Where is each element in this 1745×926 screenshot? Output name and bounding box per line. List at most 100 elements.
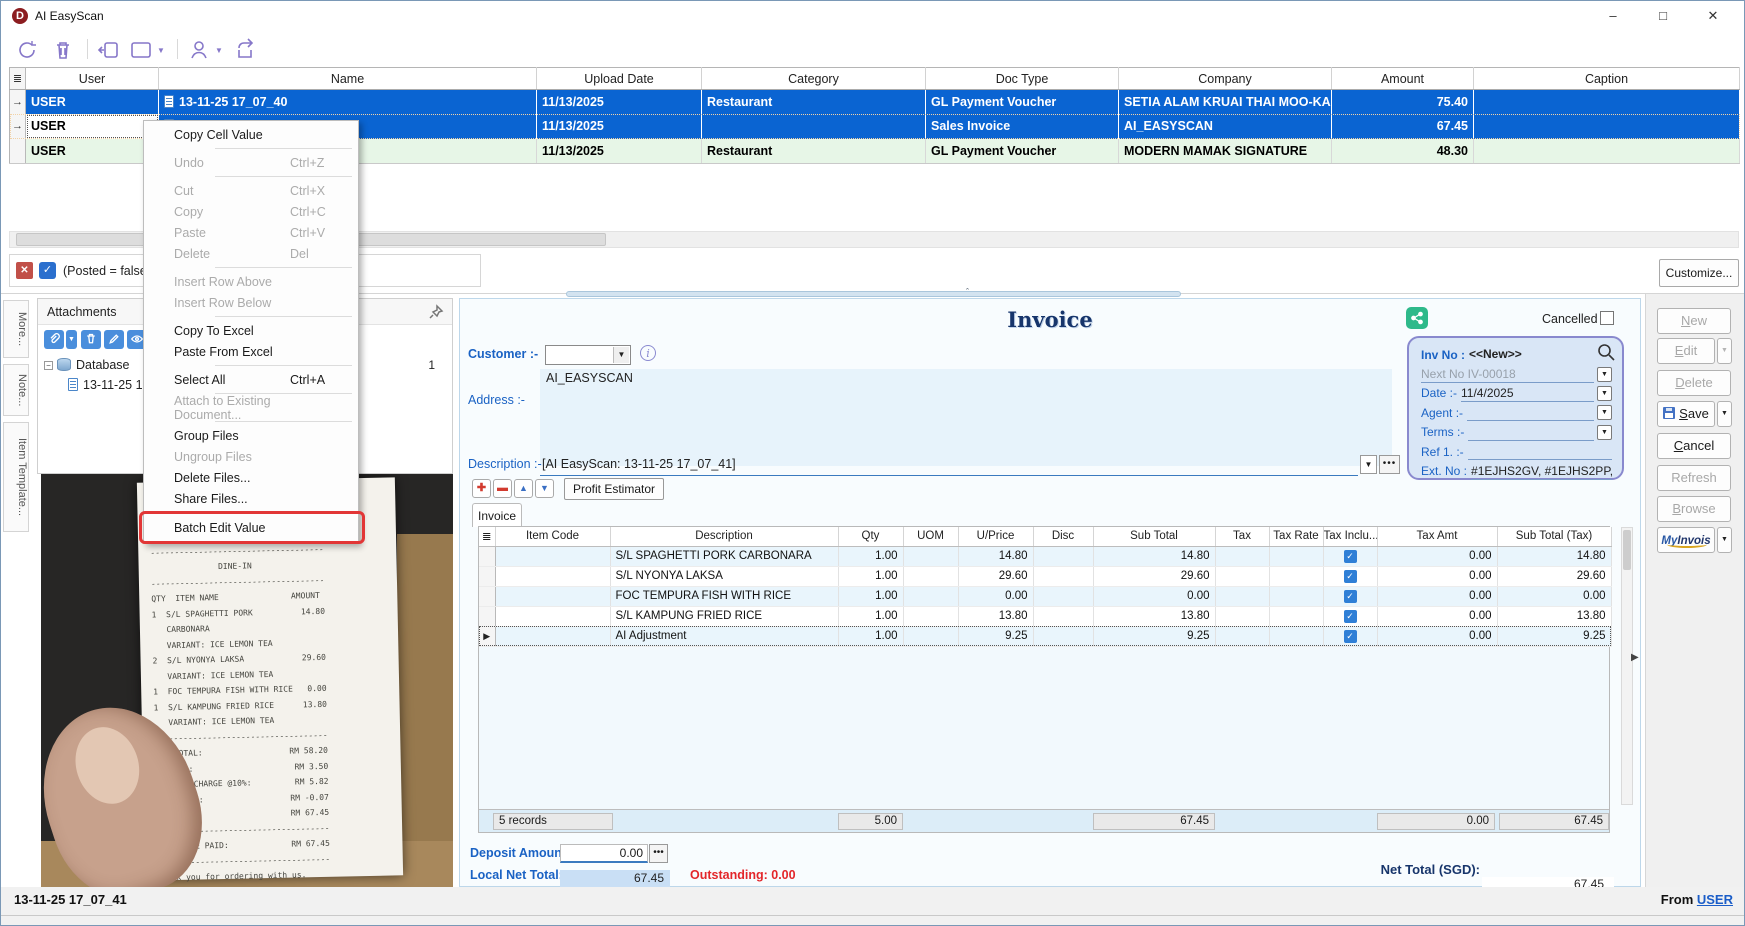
menu-item[interactable]: Copy To Excel bbox=[144, 320, 358, 341]
remove-filter-icon[interactable]: ✕ bbox=[16, 262, 33, 279]
share-icon[interactable] bbox=[235, 38, 259, 62]
save-dropdown-icon[interactable]: ▼ bbox=[1717, 401, 1732, 427]
myinvois-button[interactable]: MyInvois bbox=[1657, 527, 1715, 553]
menu-item[interactable]: Share Files... bbox=[144, 488, 358, 509]
cancel-button[interactable]: Cancel bbox=[1657, 433, 1731, 459]
tree-collapse-icon[interactable]: − bbox=[44, 361, 53, 370]
column-header-category[interactable]: Category bbox=[702, 68, 926, 90]
splitter-collapse-icon[interactable]: ˆ bbox=[966, 287, 969, 297]
date-value[interactable]: 11/4/2025 bbox=[1461, 385, 1594, 402]
sidetab-more[interactable]: More... bbox=[3, 300, 29, 358]
column-header-item-code[interactable]: Item Code bbox=[495, 527, 610, 546]
user-icon[interactable] bbox=[187, 38, 211, 62]
refresh-button[interactable]: Refresh bbox=[1657, 465, 1731, 491]
attach-file-icon[interactable] bbox=[44, 330, 64, 349]
column-header-uprice[interactable]: U/Price bbox=[958, 527, 1033, 546]
cancelled-checkbox[interactable] bbox=[1600, 311, 1614, 325]
column-header-sub-total-tax[interactable]: Sub Total (Tax) bbox=[1497, 527, 1611, 546]
profit-estimator-button[interactable]: Profit Estimator bbox=[564, 478, 664, 500]
menu-item[interactable]: Ungroup Files bbox=[144, 446, 358, 467]
menu-item[interactable]: Batch Edit Value bbox=[144, 516, 358, 540]
share-invoice-icon[interactable] bbox=[1406, 307, 1428, 329]
tax-inclusive-checkbox[interactable]: ✓ bbox=[1344, 570, 1357, 583]
close-button[interactable]: ✕ bbox=[1692, 3, 1734, 29]
column-header-tax-inclusive[interactable]: Tax Inclu... bbox=[1323, 527, 1377, 546]
menu-item[interactable]: Insert Row Above bbox=[144, 271, 358, 292]
agent-value[interactable] bbox=[1467, 404, 1594, 421]
menu-item[interactable]: Group Files bbox=[144, 425, 358, 446]
deposit-ellipsis-button[interactable]: ••• bbox=[649, 844, 668, 863]
description-ellipsis-button[interactable]: ••• bbox=[1379, 455, 1400, 474]
chevron-down-icon[interactable]: ▼ bbox=[1597, 405, 1612, 420]
menu-item[interactable]: Select All Ctrl+A bbox=[144, 369, 358, 390]
column-header-doc-type[interactable]: Doc Type bbox=[926, 68, 1119, 90]
layout-dropdown-icon[interactable]: ▼ bbox=[157, 46, 165, 55]
splitter-handle[interactable] bbox=[566, 291, 1181, 297]
delete-attachment-icon[interactable] bbox=[81, 330, 101, 349]
ref1-value[interactable] bbox=[1468, 443, 1612, 460]
customize-button[interactable]: Customize... bbox=[1659, 259, 1739, 287]
menu-item[interactable]: Attach to Existing Document... bbox=[144, 397, 358, 418]
browse-button[interactable]: Browse bbox=[1657, 496, 1731, 522]
column-header-company[interactable]: Company bbox=[1119, 68, 1332, 90]
description-dropdown-icon[interactable]: ▼ bbox=[1360, 455, 1377, 474]
menu-item[interactable] bbox=[144, 313, 358, 320]
chevron-down-icon[interactable]: ▼ bbox=[1597, 367, 1612, 382]
grid-corner-icon[interactable]: ≣ bbox=[10, 68, 26, 90]
filter-enabled-checkbox[interactable]: ✓ bbox=[39, 262, 56, 279]
chevron-down-icon[interactable]: ▼ bbox=[1597, 386, 1612, 401]
minimize-button[interactable]: – bbox=[1592, 3, 1634, 29]
detail-row[interactable]: ▶ S/L SPAGHETTI PORK CARBONARA 1.00 14.8… bbox=[479, 546, 1611, 566]
menu-item[interactable] bbox=[144, 362, 358, 369]
column-header-sub-total[interactable]: Sub Total bbox=[1093, 527, 1215, 546]
user-dropdown-icon[interactable]: ▼ bbox=[215, 46, 223, 55]
description-value[interactable]: [AI EasyScan: 13-11-25 17_07_41] bbox=[542, 457, 1354, 471]
from-user-link[interactable]: USER bbox=[1697, 892, 1733, 907]
move-row-down-button[interactable]: ▼ bbox=[535, 479, 554, 498]
menu-item[interactable] bbox=[144, 264, 358, 271]
chevron-down-icon[interactable]: ▼ bbox=[1597, 425, 1612, 440]
table-row[interactable]: → USER 13-11-25 17_07_40 11/13/2025 Rest… bbox=[10, 90, 1740, 114]
menu-item[interactable] bbox=[144, 145, 358, 152]
menu-item[interactable]: Undo Ctrl+Z bbox=[144, 152, 358, 173]
menu-item[interactable]: Delete Del bbox=[144, 243, 358, 264]
detail-row[interactable]: ▶ S/L NYONYA LAKSA 1.00 29.60 29.60 bbox=[479, 566, 1611, 586]
column-header-tax-rate[interactable]: Tax Rate bbox=[1269, 527, 1323, 546]
tax-inclusive-checkbox[interactable]: ✓ bbox=[1344, 610, 1357, 623]
refresh-icon[interactable] bbox=[15, 38, 39, 62]
add-row-button[interactable]: ✚ bbox=[472, 479, 491, 498]
ext-no-value[interactable]: #1EJHS2GV, #1EJHS2PP, # bbox=[1471, 463, 1612, 480]
expand-panel-icon[interactable]: ▶ bbox=[1631, 652, 1639, 663]
deposit-amount-field[interactable]: 0.00 bbox=[560, 844, 648, 863]
scrollbar-thumb[interactable] bbox=[1623, 530, 1631, 570]
maximize-button[interactable]: □ bbox=[1642, 3, 1684, 29]
pin-icon[interactable] bbox=[428, 304, 444, 320]
chevron-down-icon[interactable]: ▼ bbox=[613, 347, 629, 363]
menu-item[interactable]: Copy Ctrl+C bbox=[144, 201, 358, 222]
edit-dropdown-icon[interactable]: ▼ bbox=[1717, 338, 1732, 364]
customer-combobox[interactable]: ▼ bbox=[545, 345, 631, 365]
column-header-uom[interactable]: UOM bbox=[903, 527, 958, 546]
vertical-scrollbar[interactable] bbox=[1621, 527, 1633, 805]
layout-icon[interactable] bbox=[129, 38, 153, 62]
menu-item[interactable]: Copy Cell Value bbox=[144, 124, 358, 145]
column-header-user[interactable]: User bbox=[26, 68, 159, 90]
menu-item[interactable] bbox=[144, 509, 358, 516]
menu-item[interactable] bbox=[144, 418, 358, 425]
menu-item[interactable]: Delete Files... bbox=[144, 467, 358, 488]
attach-dropdown-icon[interactable]: ▼ bbox=[66, 330, 77, 349]
tax-inclusive-checkbox[interactable]: ✓ bbox=[1344, 550, 1357, 563]
sidetab-item-template[interactable]: Item Template... bbox=[3, 422, 29, 532]
edit-attachment-icon[interactable] bbox=[104, 330, 124, 349]
detail-row[interactable]: ▶ S/L KAMPUNG FRIED RICE 1.00 13.80 13.8… bbox=[479, 606, 1611, 626]
terms-value[interactable] bbox=[1468, 424, 1594, 441]
sidetab-note[interactable]: Note... bbox=[3, 364, 29, 416]
column-header-qty[interactable]: Qty bbox=[838, 527, 903, 546]
address-field[interactable] bbox=[540, 387, 1392, 466]
column-header-upload-date[interactable]: Upload Date bbox=[537, 68, 702, 90]
menu-item[interactable]: Paste Ctrl+V bbox=[144, 222, 358, 243]
column-header-tax[interactable]: Tax bbox=[1215, 527, 1269, 546]
collapse-panel-icon[interactable] bbox=[97, 38, 121, 62]
column-header-name[interactable]: Name bbox=[159, 68, 537, 90]
remove-row-button[interactable]: ▬ bbox=[493, 479, 512, 498]
